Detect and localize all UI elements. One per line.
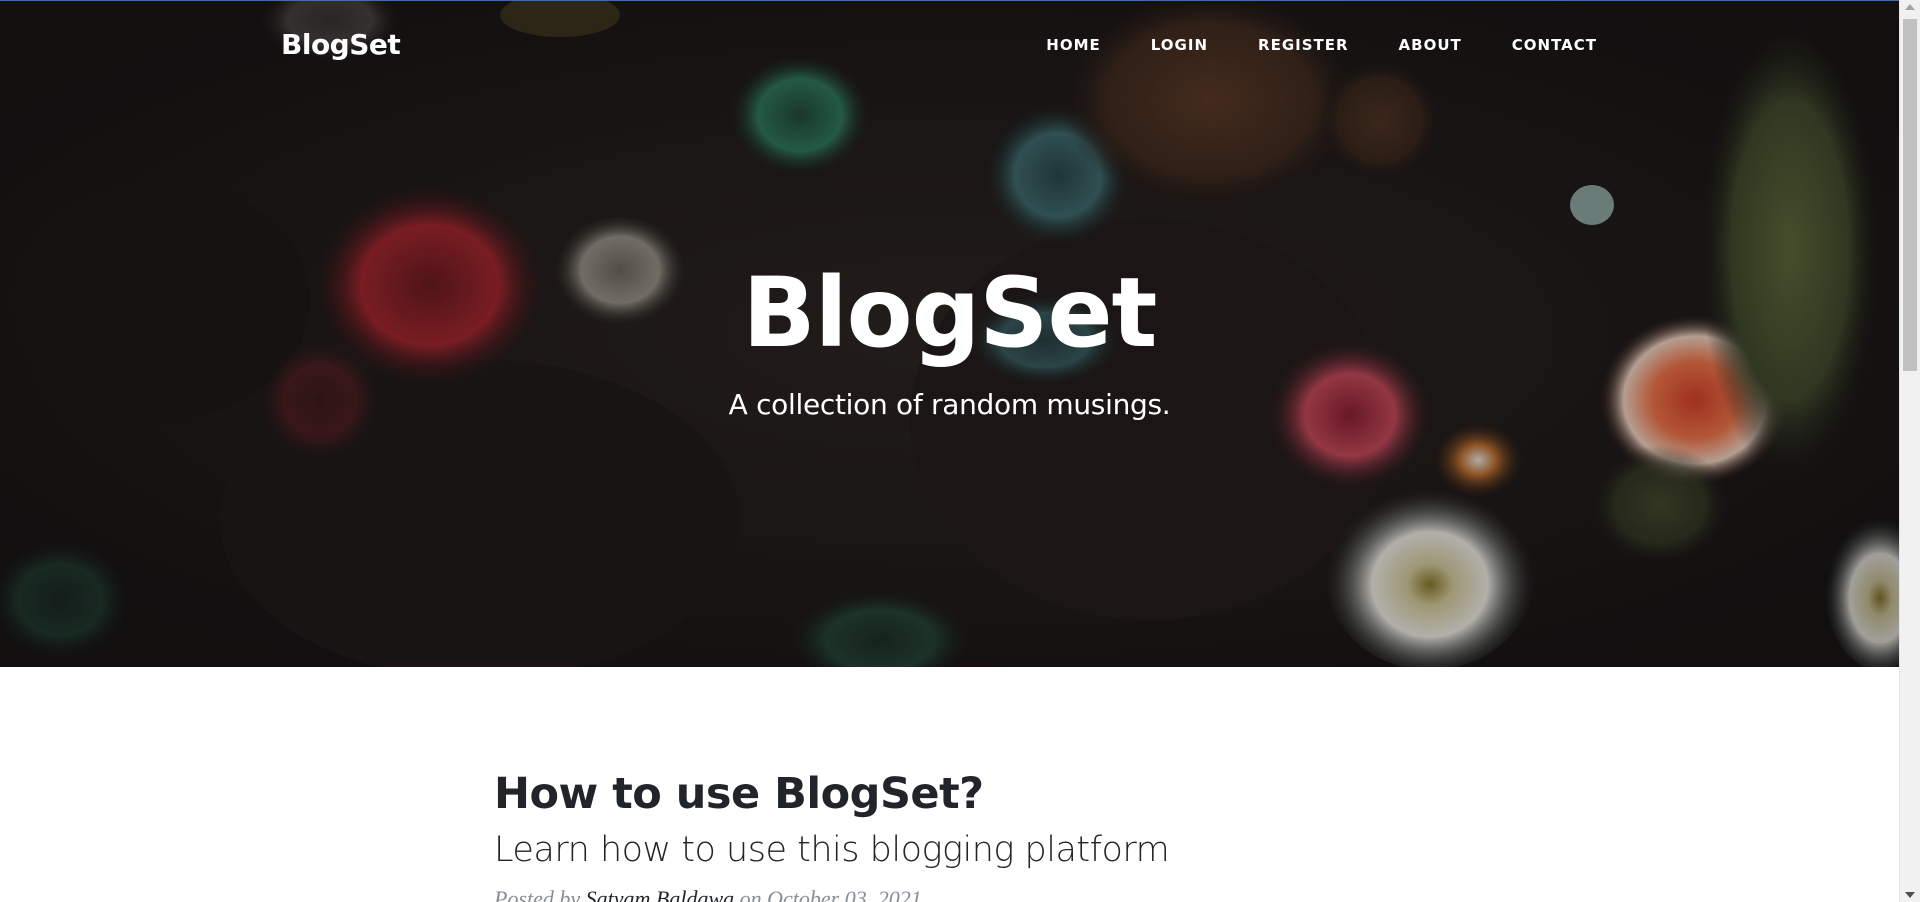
post-meta: Posted by Satyam Baldawa on October 03, … — [494, 886, 1434, 902]
nav-link-about[interactable]: ABOUT — [1399, 36, 1462, 54]
main-nav: HOME LOGIN REGISTER ABOUT CONTACT — [996, 36, 1597, 54]
scroll-down-arrow-icon[interactable] — [1905, 892, 1915, 898]
site-heading: BlogSet A collection of random musings. — [0, 258, 1899, 421]
nav-link-register[interactable]: REGISTER — [1258, 36, 1349, 54]
vertical-scrollbar[interactable] — [1899, 0, 1920, 902]
navbar-brand[interactable]: BlogSet — [281, 28, 401, 61]
scrollbar-thumb[interactable] — [1903, 19, 1917, 371]
masthead: BlogSet HOME LOGIN REGISTER ABOUT CONTAC… — [0, 0, 1899, 667]
scroll-up-arrow-icon[interactable] — [1905, 4, 1915, 10]
post-author-link[interactable]: Satyam Baldawa — [586, 886, 735, 902]
site-title: BlogSet — [742, 257, 1158, 369]
browser-viewport: BlogSet HOME LOGIN REGISTER ABOUT CONTAC… — [0, 0, 1920, 902]
nav-link-home[interactable]: HOME — [1046, 36, 1100, 54]
post-meta-date: on October 03, 2021 — [739, 886, 922, 902]
site-subheading: A collection of random musings. — [728, 388, 1171, 421]
post-preview[interactable]: How to use BlogSet? Learn how to use thi… — [494, 766, 1434, 902]
post-meta-prefix: Posted by — [494, 886, 581, 902]
post-subtitle[interactable]: Learn how to use this blogging platform — [494, 828, 1434, 872]
nav-link-contact[interactable]: CONTACT — [1512, 36, 1597, 54]
nav-link-login[interactable]: LOGIN — [1151, 36, 1208, 54]
page-top-border — [0, 0, 1899, 1]
post-title[interactable]: How to use BlogSet? — [494, 766, 1434, 822]
